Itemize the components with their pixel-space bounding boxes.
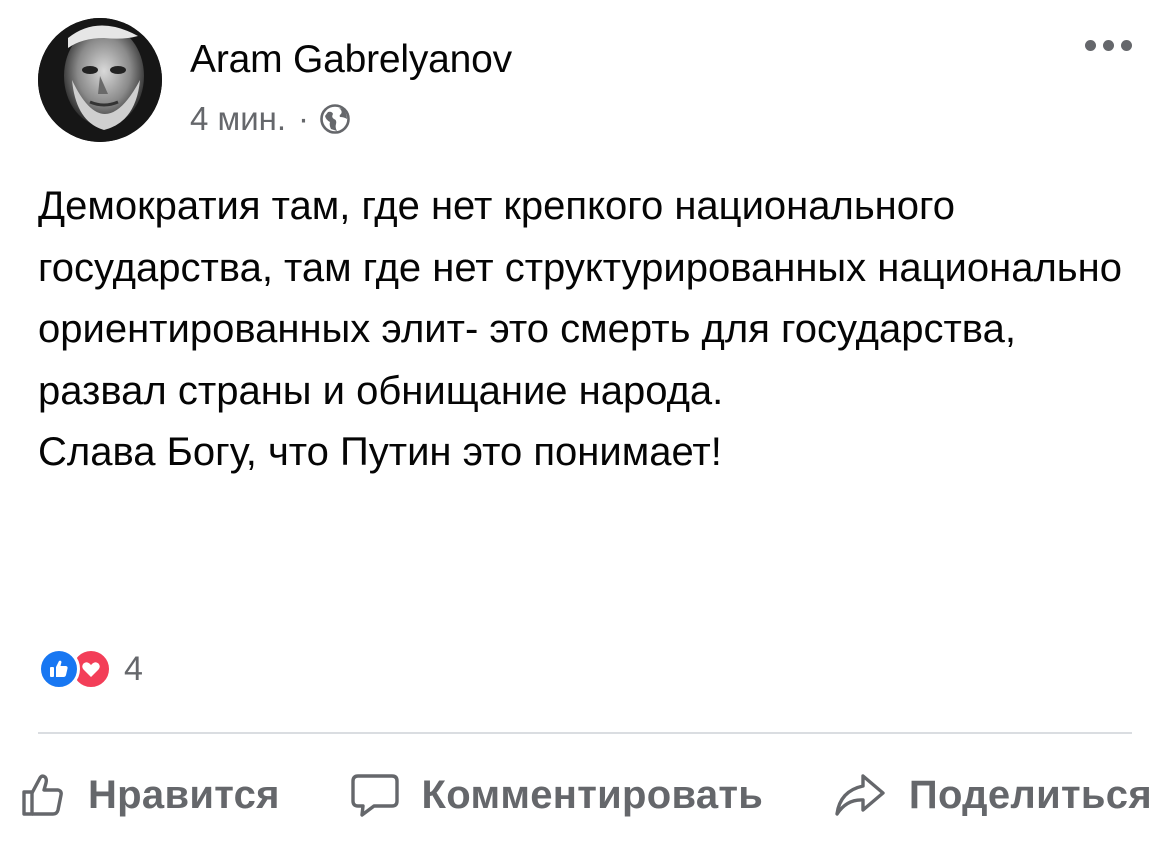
share-icon <box>835 774 885 816</box>
comment-icon <box>350 774 399 817</box>
share-button[interactable]: Поделиться <box>833 772 1152 818</box>
more-dot-icon <box>1085 39 1096 51</box>
more-dot-icon <box>1121 39 1132 51</box>
comment-button[interactable]: Комментировать <box>350 772 764 818</box>
post-text: Демократия там, где нет крепкого национа… <box>38 176 1128 484</box>
meta-separator: · <box>298 100 310 137</box>
author-name[interactable]: Aram Gabrelyanov <box>190 38 512 82</box>
comment-label: Комментировать <box>421 772 764 817</box>
like-icon <box>38 648 80 690</box>
more-options-button[interactable] <box>1085 30 1132 60</box>
reaction-count: 4 <box>124 649 143 688</box>
like-button[interactable]: Нравится <box>20 772 280 818</box>
share-label: Поделиться <box>908 772 1152 817</box>
more-dot-icon <box>1103 39 1114 51</box>
post-time[interactable]: 4 мин. <box>190 100 286 138</box>
post-paragraph: Демократия там, где нет крепкого национа… <box>38 184 1122 413</box>
thumbs-up-icon <box>22 774 63 816</box>
post-meta: 4 мин. · <box>190 100 351 138</box>
reactions-summary[interactable]: 4 <box>38 648 143 690</box>
post-actions-bar: Нравится Комментировать Поделиться <box>0 760 1170 830</box>
avatar[interactable] <box>38 18 162 142</box>
globe-icon[interactable] <box>319 103 351 135</box>
post-paragraph: Слава Богу, что Путин это понимает! <box>38 430 722 474</box>
divider <box>38 732 1132 734</box>
like-label: Нравится <box>88 772 280 817</box>
facebook-post: Aram Gabrelyanov 4 мин. · Демократия там… <box>0 0 1170 844</box>
